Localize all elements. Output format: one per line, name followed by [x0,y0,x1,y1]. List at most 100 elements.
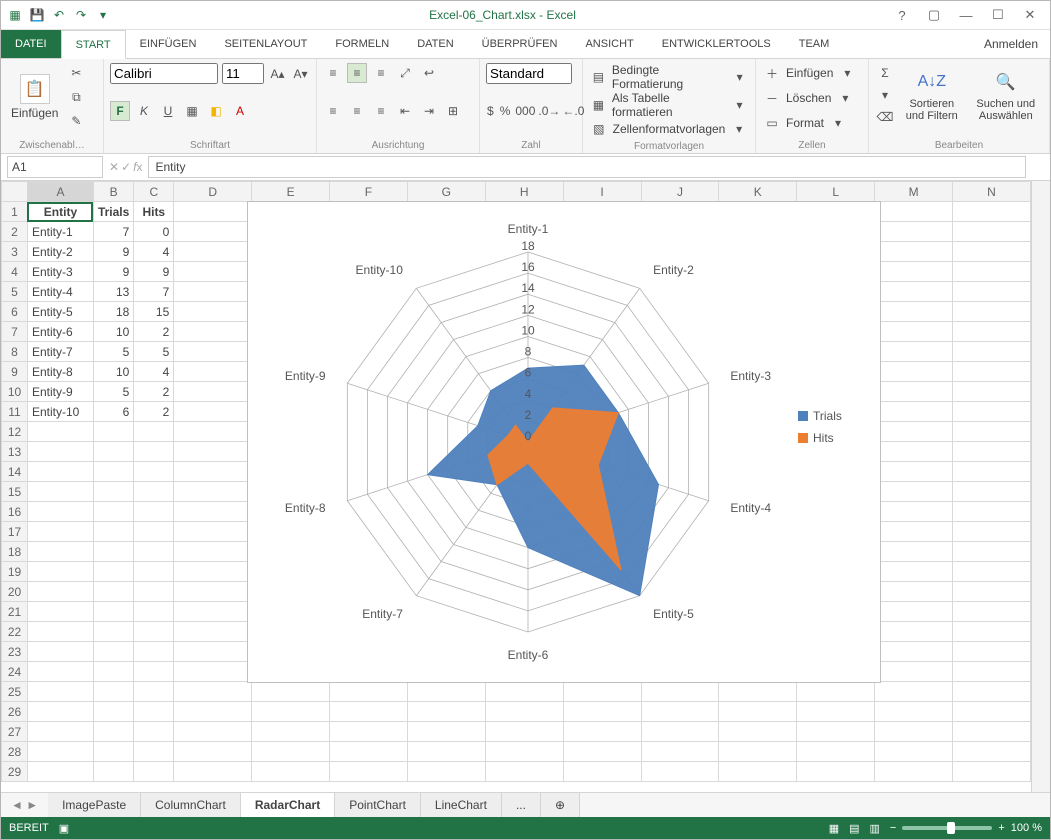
cell[interactable] [953,422,1031,442]
cell[interactable] [875,742,953,762]
cell[interactable] [27,442,93,462]
radar-chart[interactable]: 024681012141618Entity-1Entity-2Entity-3E… [247,201,881,683]
cell[interactable] [134,702,174,722]
cell[interactable]: 5 [134,342,174,362]
cell[interactable] [174,742,252,762]
cell[interactable] [174,362,252,382]
view-pagebreak-icon[interactable]: ▥ [870,822,880,835]
cell[interactable] [174,442,252,462]
row-header[interactable]: 23 [2,642,28,662]
cell[interactable] [93,662,133,682]
cell[interactable] [134,562,174,582]
cell[interactable] [953,382,1031,402]
font-size-select[interactable] [222,63,264,84]
cell[interactable]: 2 [134,382,174,402]
cell[interactable]: 15 [134,302,174,322]
cell[interactable] [252,722,330,742]
italic-button[interactable]: K [134,101,154,121]
cell[interactable] [719,742,797,762]
cell[interactable] [953,202,1031,222]
cell[interactable] [27,542,93,562]
align-right-icon[interactable]: ≡ [371,101,391,121]
cell[interactable]: Entity-10 [27,402,93,422]
font-name-select[interactable] [110,63,218,84]
vertical-scrollbar[interactable] [1031,181,1050,792]
maximize-icon[interactable]: ☐ [984,5,1012,25]
cell[interactable] [27,602,93,622]
row-header[interactable]: 16 [2,502,28,522]
sheet-tab[interactable]: PointChart [335,793,421,817]
cell[interactable] [330,722,408,742]
cell[interactable] [953,742,1031,762]
cell[interactable] [875,642,953,662]
cell[interactable] [719,722,797,742]
tab-data[interactable]: DATEN [403,30,467,58]
sort-filter-button[interactable]: A↓Z Sortieren und Filtern [899,66,965,124]
cell[interactable] [875,522,953,542]
row-header[interactable]: 3 [2,242,28,262]
minimize-icon[interactable]: — [952,5,980,25]
sheet-nav[interactable]: ◄ ► [1,798,48,812]
row-header[interactable]: 13 [2,442,28,462]
cell[interactable] [953,482,1031,502]
undo-icon[interactable]: ↶ [51,7,67,23]
column-header[interactable]: D [174,182,252,202]
cell[interactable] [174,482,252,502]
cell[interactable] [875,562,953,582]
cell[interactable] [953,662,1031,682]
cell[interactable] [953,302,1031,322]
align-middle-icon[interactable]: ≡ [347,63,367,83]
paste-button[interactable]: 📋 Einfügen [7,72,62,122]
cell[interactable] [953,322,1031,342]
cell[interactable] [563,722,641,742]
cell[interactable] [174,662,252,682]
cell[interactable] [875,342,953,362]
cell[interactable] [174,502,252,522]
cell[interactable]: 2 [134,322,174,342]
row-header[interactable]: 9 [2,362,28,382]
cell[interactable] [330,762,408,782]
cell[interactable] [953,442,1031,462]
column-header[interactable]: E [252,182,330,202]
cell[interactable] [953,282,1031,302]
cell[interactable]: Entity-4 [27,282,93,302]
row-header[interactable]: 20 [2,582,28,602]
cell[interactable]: Entity-1 [27,222,93,242]
save-icon[interactable]: 💾 [29,7,45,23]
cell[interactable] [953,722,1031,742]
bold-button[interactable]: F [110,101,130,121]
cell[interactable]: 2 [134,402,174,422]
cell[interactable] [953,622,1031,642]
cell[interactable] [875,702,953,722]
insert-cells-icon[interactable]: ＋ [762,63,782,83]
cell[interactable]: Entity-6 [27,322,93,342]
column-header[interactable]: B [93,182,133,202]
sheet-tab[interactable]: ColumnChart [141,793,241,817]
tab-insert[interactable]: EINFÜGEN [126,30,211,58]
cell[interactable] [174,242,252,262]
cell[interactable] [797,702,875,722]
cell[interactable] [93,422,133,442]
row-header[interactable]: 22 [2,622,28,642]
cell[interactable] [93,602,133,622]
tab-start[interactable]: START [61,30,126,59]
name-box[interactable]: A1 [7,156,103,178]
cell[interactable] [134,642,174,662]
cut-icon[interactable]: ✂ [66,63,86,83]
cell[interactable] [174,762,252,782]
cell[interactable] [875,542,953,562]
cell[interactable] [27,682,93,702]
row-header[interactable]: 6 [2,302,28,322]
cell[interactable]: 13 [93,282,133,302]
cell[interactable] [875,282,953,302]
thousands-icon[interactable]: 000 [515,101,535,121]
row-header[interactable]: 29 [2,762,28,782]
cell[interactable] [174,202,252,222]
row-header[interactable]: 5 [2,282,28,302]
cell[interactable] [797,742,875,762]
formula-input[interactable]: Entity [148,156,1026,178]
cell[interactable]: 9 [93,262,133,282]
cell[interactable] [563,742,641,762]
cell[interactable] [875,382,953,402]
cell[interactable] [953,342,1031,362]
